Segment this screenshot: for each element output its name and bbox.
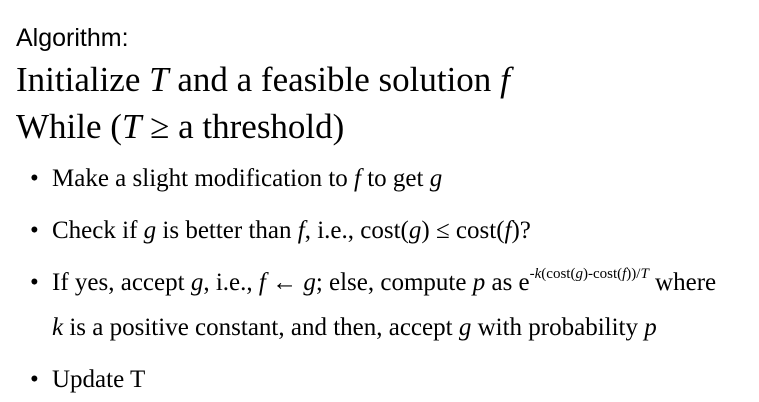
text: , i.e.,	[203, 269, 259, 296]
initialize-text-2: and a feasible solution	[168, 60, 501, 99]
text: , i.e., cost(	[304, 217, 409, 244]
var-f: f	[258, 269, 266, 296]
while-condition: ≥ a threshold)	[141, 107, 345, 146]
exponent: -k(cost(g)-cost(f))/T	[530, 266, 649, 282]
text: )?	[511, 217, 531, 244]
var-p: p	[644, 314, 657, 341]
exp-text: ))/	[626, 265, 641, 282]
text: Check if	[52, 217, 144, 244]
var-k: k	[52, 314, 64, 341]
var-g: g	[429, 165, 443, 192]
text: as e	[485, 269, 530, 296]
bullet-accept: If yes, accept g, i.e., f ← g; else, com…	[52, 266, 717, 298]
var-T: T	[121, 107, 142, 146]
var-g: g	[143, 217, 157, 244]
exp-g: g	[575, 265, 583, 282]
text: to get	[360, 165, 430, 192]
text: If yes, accept	[52, 269, 191, 296]
text: where	[648, 269, 717, 296]
text: ←	[265, 269, 304, 296]
var-g: g	[408, 217, 422, 244]
initialize-line: Initialize T and a feasible solution f	[16, 59, 510, 101]
text: ; else, compute	[315, 269, 473, 296]
exp-k: -k	[529, 265, 542, 282]
var-f: f	[297, 217, 305, 244]
exp-text: )-cost(	[582, 265, 623, 282]
bullet-check: Check if g is better than f, i.e., cost(…	[52, 216, 531, 246]
bullet-dot: •	[30, 217, 39, 244]
initialize-text: Initialize	[16, 60, 150, 99]
text: Make a slight modification to	[52, 165, 355, 192]
exp-text: (cost(	[541, 265, 576, 282]
var-p: p	[472, 269, 486, 296]
var-g: g	[190, 269, 204, 296]
bullet-accept-continuation: k is a positive constant, and then, acce…	[52, 313, 657, 343]
exp-T: T	[640, 265, 649, 282]
text: is a positive constant, and then, accept	[63, 314, 459, 341]
bullet-modify: Make a slight modification to f to get g	[52, 164, 442, 194]
bullet-update: Update T	[52, 366, 146, 393]
var-f: f	[500, 60, 510, 99]
bullet-dot: •	[30, 366, 39, 393]
text: ) ≤ cost(	[421, 217, 505, 244]
var-f: f	[354, 165, 361, 192]
while-line: While (T ≥ a threshold)	[16, 106, 344, 148]
text: is better than	[156, 217, 298, 244]
while-text: While (	[16, 107, 122, 146]
bullet-dot: •	[30, 165, 39, 192]
var-g: g	[303, 269, 316, 296]
algorithm-heading: Algorithm:	[16, 24, 129, 52]
text: with probability	[471, 314, 645, 341]
bullet-dot: •	[30, 269, 39, 296]
var-T: T	[149, 60, 169, 99]
var-g: g	[458, 314, 472, 341]
